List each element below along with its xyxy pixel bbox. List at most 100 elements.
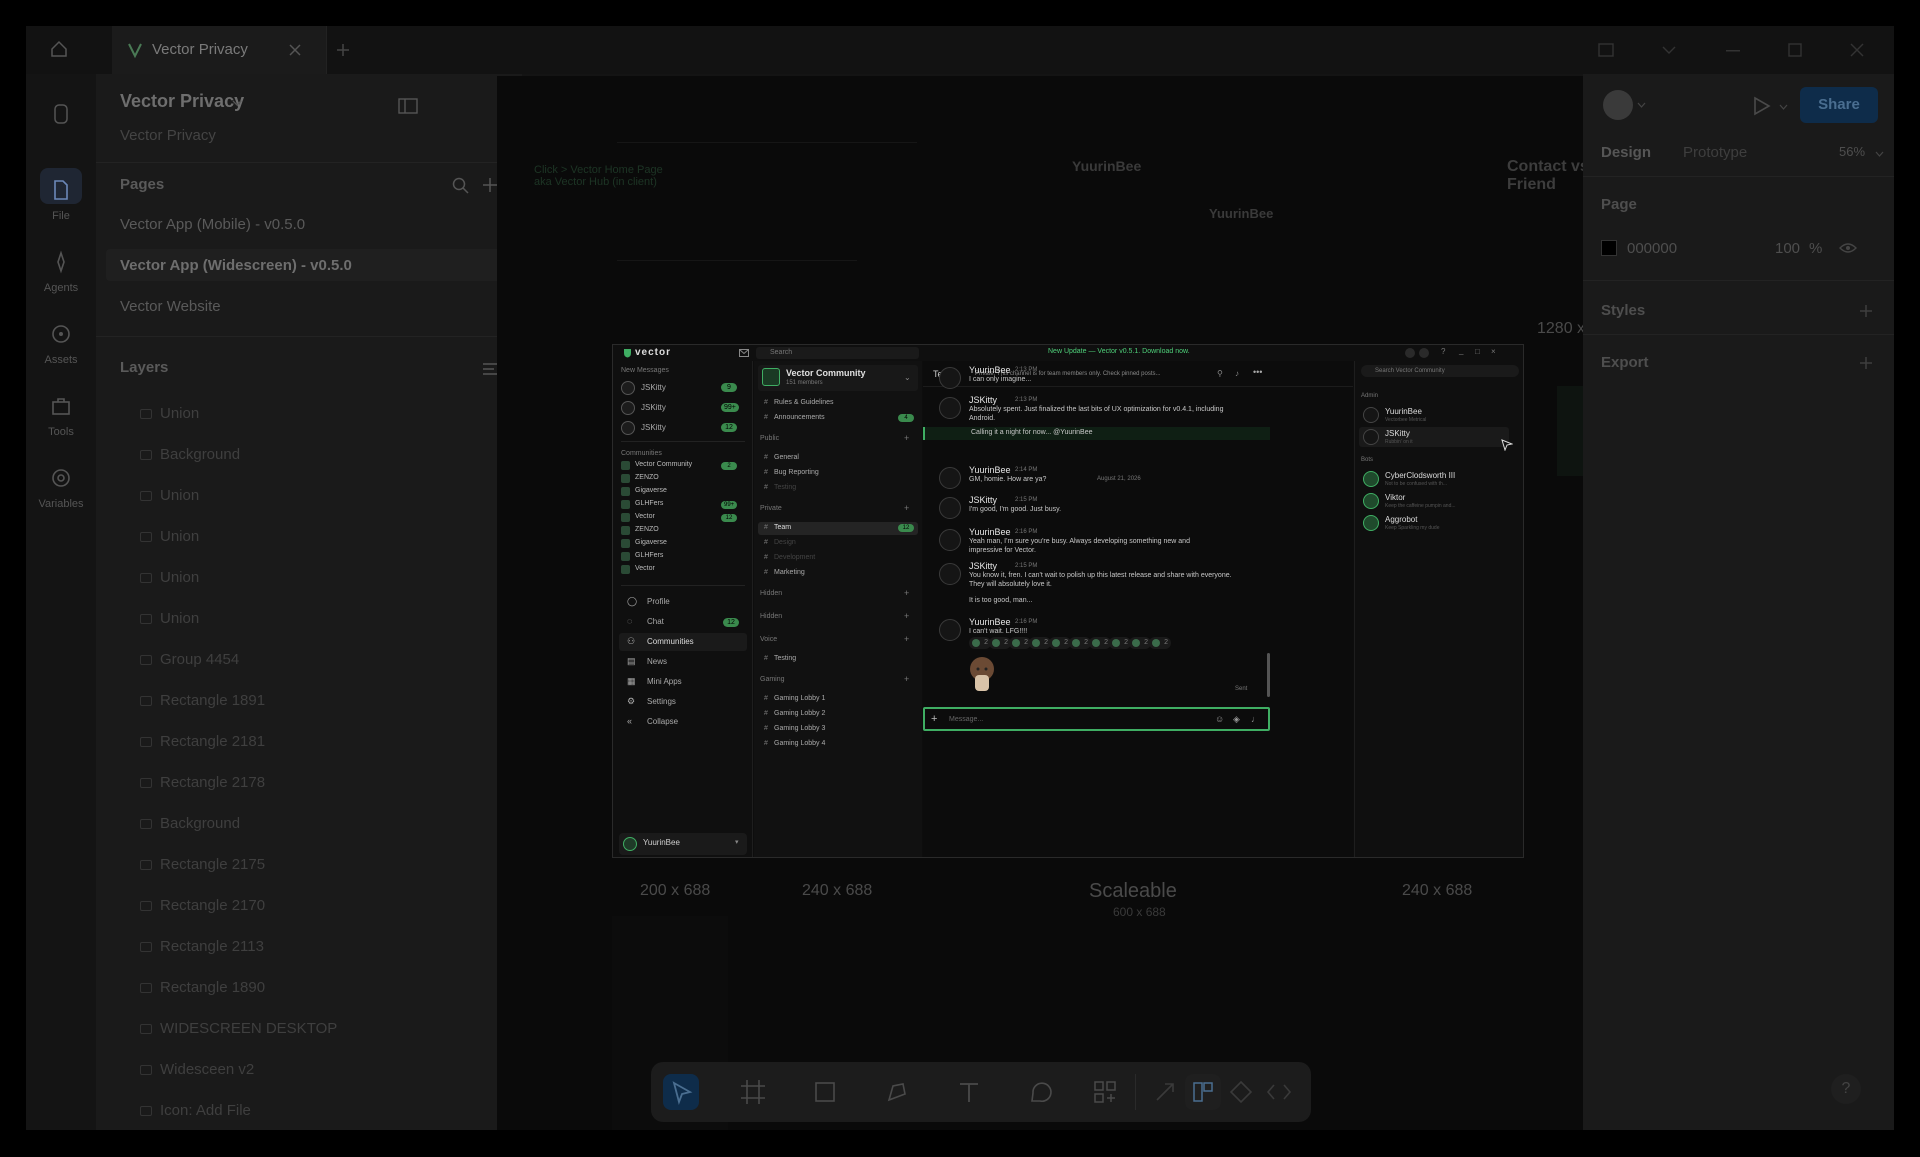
rail-variables[interactable]: Variables: [26, 466, 96, 510]
reaction-badge[interactable]: 2: [1109, 637, 1131, 649]
vector-search-box[interactable]: Search: [756, 347, 919, 359]
community-item[interactable]: Gigaverse: [619, 486, 747, 498]
layer-item[interactable]: Background: [96, 440, 522, 470]
diamond-tool-button[interactable]: [1223, 1074, 1259, 1110]
nav-item-settings[interactable]: ⚙ Settings: [619, 693, 747, 711]
add-page-icon[interactable]: [482, 177, 498, 193]
composer-placeholder[interactable]: Message...: [949, 716, 983, 723]
eye-icon[interactable]: [1839, 241, 1857, 255]
attach-icon[interactable]: +: [931, 713, 937, 725]
layer-item[interactable]: Rectangle 2175: [96, 850, 522, 880]
share-button[interactable]: Share: [1800, 87, 1878, 123]
reaction-badge[interactable]: 2: [1089, 637, 1111, 649]
emoji-icon[interactable]: ☺: [1215, 714, 1224, 724]
reaction-badge[interactable]: 2: [1129, 637, 1151, 649]
community-item[interactable]: ZENZO: [619, 525, 747, 537]
channel-item[interactable]: # Design: [758, 537, 918, 550]
tab-design[interactable]: Design: [1601, 144, 1651, 161]
layer-item[interactable]: Rectangle 2178: [96, 768, 522, 798]
member-item[interactable]: JSKitty Rubbin' on it: [1359, 427, 1509, 447]
project-title[interactable]: Vector Privacy: [120, 91, 244, 112]
maximize-icon[interactable]: [1788, 43, 1802, 57]
layer-item[interactable]: Rectangle 1891: [96, 686, 522, 716]
layer-item[interactable]: Rectangle 1890: [96, 973, 522, 1003]
reaction-badge[interactable]: 2: [1149, 637, 1171, 649]
toggle-sidebar-icon[interactable]: [398, 98, 418, 114]
ai-tool-button[interactable]: [1147, 1074, 1183, 1110]
layer-item[interactable]: Group 4454: [96, 645, 522, 675]
dev-layout-button[interactable]: [1185, 1074, 1221, 1110]
channel-item[interactable]: # Testing: [758, 482, 918, 495]
reaction-badge[interactable]: 2: [1029, 637, 1051, 649]
minimize-icon[interactable]: _: [1459, 346, 1463, 355]
play-icon[interactable]: [1753, 96, 1771, 116]
vector-app-frame[interactable]: vector Search New Update — Vector v0.5.1…: [612, 344, 1524, 858]
dm-item[interactable]: JSKitty 99+: [619, 399, 747, 417]
chevron-down-icon[interactable]: [1779, 104, 1788, 110]
community-item[interactable]: Gigaverse: [619, 538, 747, 550]
home-icon[interactable]: [50, 40, 68, 58]
current-user-card[interactable]: YuurinBee ▾: [619, 833, 747, 855]
member-item[interactable]: Aggrobot Keep Sparkling my dude: [1359, 513, 1509, 533]
rail-agents[interactable]: Agents: [26, 250, 96, 294]
reaction-badge[interactable]: 2: [1009, 637, 1031, 649]
channel-item[interactable]: # Announcements 4: [758, 412, 918, 425]
chevron-down-icon[interactable]: [1662, 45, 1676, 55]
channel-item[interactable]: # Gaming Lobby 1: [758, 693, 918, 706]
channel-item[interactable]: # Rules & Guidelines: [758, 397, 918, 410]
frame-tool-button[interactable]: [735, 1074, 771, 1110]
tab-prototype[interactable]: Prototype: [1683, 144, 1747, 161]
reaction-badge[interactable]: 2: [1069, 637, 1091, 649]
member-item[interactable]: CyberClodsworth III Not to be confused wi…: [1359, 469, 1509, 489]
community-header[interactable]: Vector Community 151 members ⌄: [758, 365, 918, 391]
channel-item[interactable]: # Bug Reporting: [758, 467, 918, 480]
minimize-icon[interactable]: [1726, 50, 1740, 52]
rail-tools[interactable]: Tools: [26, 394, 96, 438]
channel-item[interactable]: # Testing: [758, 653, 918, 666]
channel-item[interactable]: # Gaming Lobby 4: [758, 738, 918, 751]
layer-item[interactable]: Union: [96, 604, 522, 634]
zoom-level[interactable]: 56%: [1839, 144, 1865, 159]
page-color-value[interactable]: 000000: [1627, 240, 1677, 257]
figma-logo-icon[interactable]: [51, 104, 71, 124]
member-search[interactable]: Search Vector Community: [1361, 365, 1519, 377]
help-icon[interactable]: ?: [1441, 347, 1445, 356]
chevron-down-icon[interactable]: [1637, 102, 1646, 108]
pen-tool-button[interactable]: [879, 1074, 915, 1110]
layer-item[interactable]: Icon: Add File: [96, 1096, 522, 1126]
components-tool-button[interactable]: [1087, 1074, 1123, 1110]
community-item[interactable]: Vector 12: [619, 512, 747, 524]
comment-tool-button[interactable]: [1023, 1074, 1059, 1110]
channel-item[interactable]: # Gaming Lobby 2: [758, 708, 918, 721]
reaction-badge[interactable]: 2: [969, 637, 991, 649]
layer-item[interactable]: Union: [96, 481, 522, 511]
message-composer[interactable]: + Message... ☺ ◈ ♩: [923, 707, 1270, 731]
rail-assets[interactable]: Assets: [26, 322, 96, 366]
chevron-down-icon[interactable]: [232, 100, 242, 106]
layer-item[interactable]: Rectangle 2181: [96, 727, 522, 757]
add-channel-icon[interactable]: +: [904, 611, 909, 621]
nav-item-mini-apps[interactable]: ▦ Mini Apps: [619, 673, 747, 691]
layer-item[interactable]: Union: [96, 563, 522, 593]
chevron-down-icon[interactable]: ▾: [735, 838, 739, 846]
channel-item[interactable]: # Marketing: [758, 567, 918, 580]
add-channel-icon[interactable]: +: [904, 674, 909, 684]
reaction-badge[interactable]: 2: [989, 637, 1011, 649]
nav-item-collapse[interactable]: « Collapse: [619, 713, 747, 731]
community-item[interactable]: Vector Community 2: [619, 460, 747, 472]
mail-icon[interactable]: [739, 349, 749, 357]
update-banner[interactable]: New Update — Vector v0.5.1. Download now…: [1048, 348, 1190, 355]
help-button[interactable]: ?: [1831, 1074, 1861, 1104]
move-tool-button[interactable]: [663, 1074, 699, 1110]
text-tool-button[interactable]: [951, 1074, 987, 1110]
member-item[interactable]: YuurinBee Vectorbee Metrical: [1359, 405, 1509, 425]
layer-item[interactable]: Rectangle 2170: [96, 891, 522, 921]
dm-item[interactable]: JSKitty 12: [619, 419, 747, 437]
layer-item[interactable]: Widesceen v2: [96, 1055, 522, 1085]
channel-item[interactable]: # Gaming Lobby 3: [758, 723, 918, 736]
avatar[interactable]: [1603, 90, 1633, 120]
page-item-selected[interactable]: Vector App (Widescreen) - v0.5.0: [120, 257, 352, 274]
nav-item-news[interactable]: ▤ News: [619, 653, 747, 671]
file-tab[interactable]: Vector Privacy: [112, 26, 327, 74]
code-tool-button[interactable]: [1261, 1074, 1297, 1110]
